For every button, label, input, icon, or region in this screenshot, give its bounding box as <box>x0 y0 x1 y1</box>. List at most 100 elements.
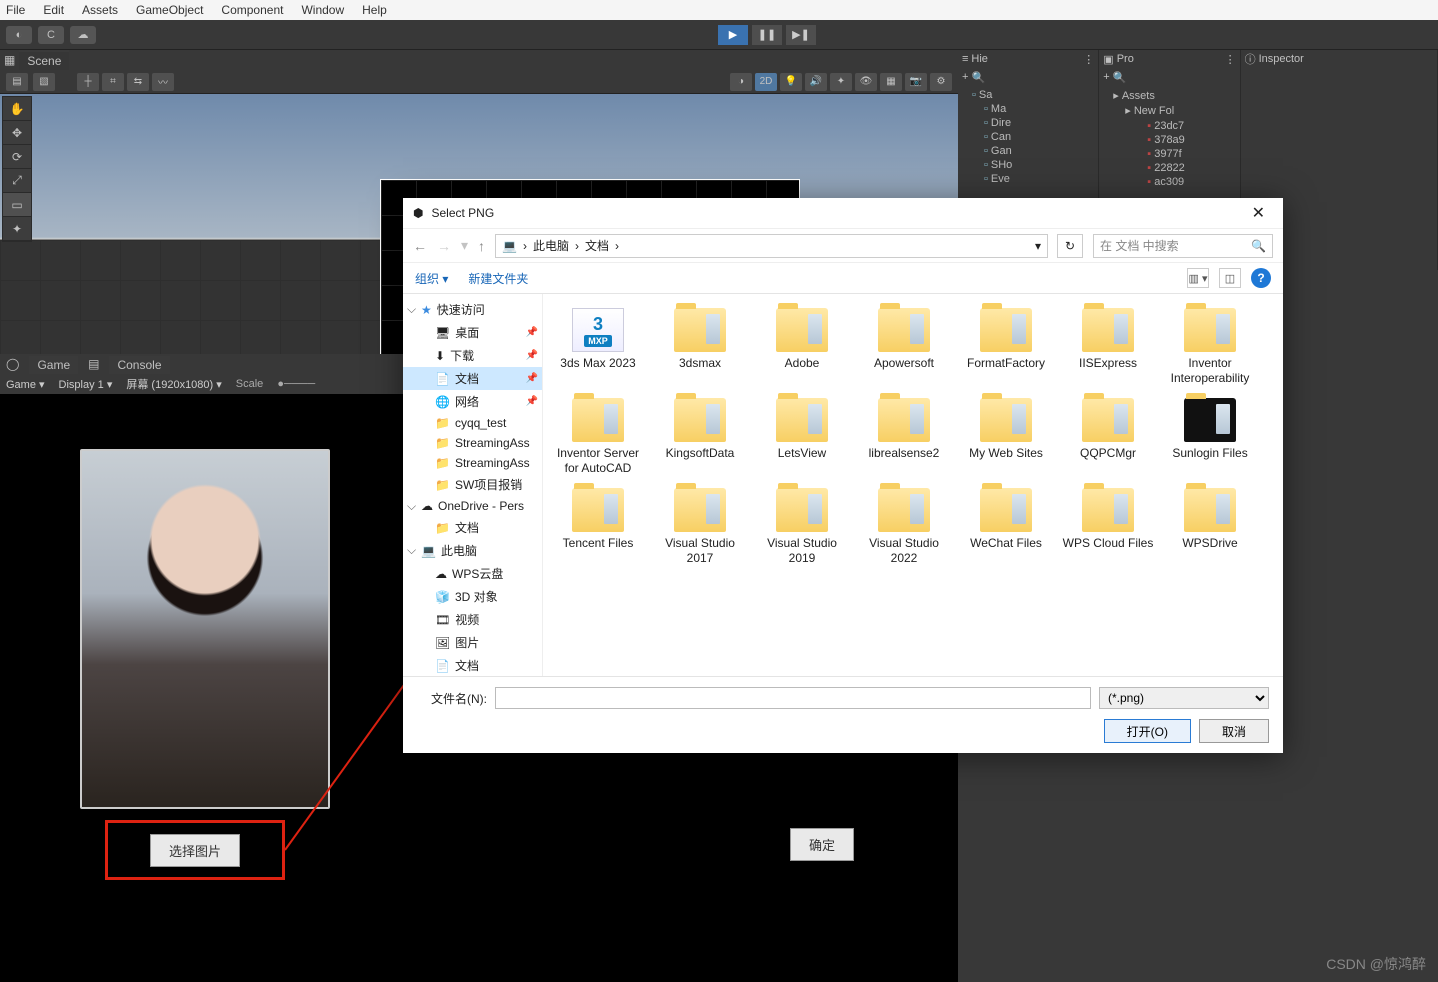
file-item[interactable]: LetsView <box>753 394 851 480</box>
recent-icon[interactable]: ▾ <box>461 237 468 254</box>
dialog-nav-tree[interactable]: ⌵★快速访问🖥桌面📌⬇下载📌📄文档📌🌐网络📌📁cyqq_test📁Streami… <box>403 294 543 676</box>
viz-icon[interactable]: 👁 <box>855 73 877 91</box>
2d-toggle[interactable]: 2D <box>755 73 777 91</box>
nav-tree-item[interactable]: 🖼图片 <box>403 631 542 654</box>
help-icon[interactable]: ? <box>1251 268 1271 288</box>
hierarchy-item[interactable]: Gan <box>962 144 1094 158</box>
fx-icon[interactable]: ✦ <box>830 73 852 91</box>
inspector-tab[interactable]: Inspector <box>1259 53 1304 65</box>
nav-tree-item[interactable]: 📁cyqq_test <box>403 413 542 433</box>
nav-tree-item[interactable]: ⌵★快速访问 <box>403 298 542 321</box>
file-item[interactable]: FormatFactory <box>957 304 1055 390</box>
scale-slider[interactable]: ●──── <box>277 378 315 390</box>
new-folder[interactable]: New Fol <box>1103 103 1235 118</box>
refresh-icon[interactable]: ↻ <box>1057 234 1083 258</box>
hierarchy-add[interactable]: + <box>962 71 968 83</box>
hand-tool-icon[interactable]: ✋ <box>3 97 31 121</box>
menu-help[interactable]: Help <box>362 3 387 17</box>
nav-tree-item[interactable]: 🌐网络📌 <box>403 390 542 413</box>
transform-tool-icon[interactable]: ✦ <box>3 217 31 241</box>
nav-tree-item[interactable]: ☁WPS云盘 <box>403 562 542 585</box>
play-button[interactable]: ▶ <box>718 25 748 45</box>
view-mode-icon[interactable]: ▥ ▾ <box>1187 268 1209 288</box>
project-asset[interactable]: 3977f <box>1113 147 1235 161</box>
grid-icon[interactable]: ┼ <box>77 73 99 91</box>
light-icon[interactable]: 💡 <box>780 73 802 91</box>
file-item[interactable]: Visual Studio 2019 <box>753 484 851 570</box>
file-item[interactable]: WPSDrive <box>1161 484 1259 570</box>
camera-icon[interactable]: 📷 <box>905 73 927 91</box>
project-asset[interactable]: ac309 <box>1113 175 1235 189</box>
file-item[interactable]: My Web Sites <box>957 394 1055 480</box>
cloud-icon[interactable]: ☁ <box>70 26 96 44</box>
hierarchy-item[interactable]: Eve <box>962 172 1094 186</box>
game-dd[interactable]: Game ▾ <box>6 378 45 391</box>
up-icon[interactable]: ↑ <box>478 238 485 254</box>
scale-tool-icon[interactable]: ⤢ <box>3 169 31 193</box>
nav-tree-item[interactable]: 📄文档 <box>403 654 542 676</box>
project-tree[interactable]: Assets New Fol 23dc7378a93977f22822ac309 <box>1099 86 1239 192</box>
hierarchy-item[interactable]: SHo <box>962 158 1094 172</box>
console-tab[interactable]: Console <box>109 354 169 374</box>
hierarchy-tab[interactable]: Hie <box>971 53 988 65</box>
crumb-dd-icon[interactable]: ▾ <box>1035 239 1041 253</box>
ruler-icon[interactable]: 〰 <box>152 73 174 91</box>
project-asset[interactable]: 22822 <box>1113 161 1235 175</box>
filter-select[interactable]: (*.png) <box>1099 687 1269 709</box>
file-item[interactable]: Inventor Server for AutoCAD <box>549 394 647 480</box>
file-item[interactable]: WeChat Files <box>957 484 1055 570</box>
cloud-button[interactable]: C <box>38 26 64 44</box>
file-item[interactable]: Inventor Interoperability <box>1161 304 1259 390</box>
nav-tree-item[interactable]: 📁文档 <box>403 516 542 539</box>
open-button[interactable]: 打开(O) <box>1104 719 1191 743</box>
close-icon[interactable]: ✕ <box>1244 201 1273 225</box>
forward-icon[interactable]: → <box>437 238 451 254</box>
menu-window[interactable]: Window <box>301 3 344 17</box>
file-item[interactable]: Tencent Files <box>549 484 647 570</box>
file-item[interactable]: 3dsmax <box>651 304 749 390</box>
project-asset[interactable]: 23dc7 <box>1113 119 1235 133</box>
nav-tree-item[interactable]: 📁SW项目报销 <box>403 473 542 496</box>
audio-icon[interactable]: 🔊 <box>805 73 827 91</box>
file-item[interactable]: Sunlogin Files <box>1161 394 1259 480</box>
organize-dd[interactable]: 组织 ▾ <box>415 270 448 287</box>
file-item[interactable]: librealsense2 <box>855 394 953 480</box>
gizmo-icon[interactable]: ▦ <box>880 73 902 91</box>
menu-file[interactable]: File <box>6 3 25 17</box>
nav-tree-item[interactable]: 📁StreamingAss <box>403 453 542 473</box>
file-item[interactable]: WPS Cloud Files <box>1059 484 1157 570</box>
menu-edit[interactable]: Edit <box>43 3 64 17</box>
move-tool-icon[interactable]: ✥ <box>3 121 31 145</box>
nav-tree-item[interactable]: 🖥桌面📌 <box>403 321 542 344</box>
gizmos-dd-icon[interactable]: ⚙ <box>930 73 952 91</box>
cancel-button[interactable]: 取消 <box>1199 719 1269 743</box>
resolution-dd[interactable]: 屏幕 (1920x1080) ▾ <box>126 376 221 392</box>
file-item[interactable]: Adobe <box>753 304 851 390</box>
rotate-tool-icon[interactable]: ⟳ <box>3 145 31 169</box>
skybox-icon[interactable]: ◑ <box>730 73 752 91</box>
account-icon[interactable]: ◐ <box>6 26 32 44</box>
game-tab[interactable]: Game <box>29 354 78 374</box>
assets-folder[interactable]: Assets <box>1103 88 1235 103</box>
menu-gameobject[interactable]: GameObject <box>136 3 203 17</box>
new-folder-button[interactable]: 新建文件夹 <box>468 270 528 287</box>
step-button[interactable]: ▶❚ <box>786 25 816 45</box>
back-icon[interactable]: ← <box>413 238 427 254</box>
scene-tab[interactable]: Scene <box>19 50 69 70</box>
file-item[interactable]: IISExpress <box>1059 304 1157 390</box>
file-item[interactable]: 3MXP3ds Max 2023 <box>549 304 647 390</box>
incr-icon[interactable]: ⇆ <box>127 73 149 91</box>
rect-tool-icon[interactable]: ▭ <box>3 193 31 217</box>
pause-button[interactable]: ❚❚ <box>752 25 782 45</box>
file-item[interactable]: QQPCMgr <box>1059 394 1157 480</box>
menu-component[interactable]: Component <box>221 3 283 17</box>
confirm-button[interactable]: 确定 <box>790 828 854 861</box>
hierarchy-tree[interactable]: SaMaDireCanGanSHoEve <box>958 86 1098 188</box>
snap-icon[interactable]: ⌗ <box>102 73 124 91</box>
nav-tree-item[interactable]: ⌵💻此电脑 <box>403 539 542 562</box>
hierarchy-item[interactable]: Ma <box>962 102 1094 116</box>
project-add[interactable]: + <box>1103 71 1109 83</box>
search-input[interactable]: 在 文档 中搜索🔍 <box>1093 234 1273 258</box>
shading-mode-icon[interactable]: ▤ <box>6 73 28 91</box>
file-item[interactable]: Apowersoft <box>855 304 953 390</box>
